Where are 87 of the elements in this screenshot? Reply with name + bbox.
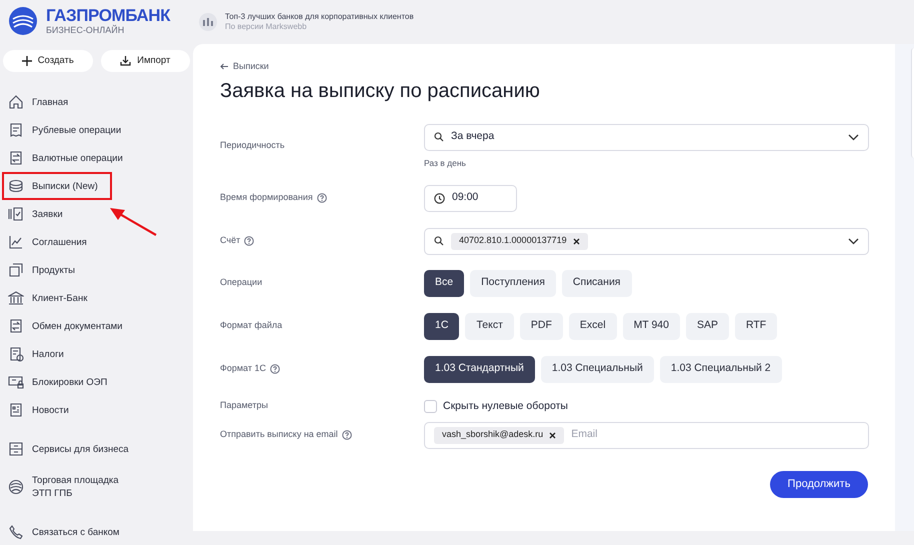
logo-icon [8,6,38,36]
sidebar-item[interactable]: Налоги [2,340,78,368]
lock-card-icon [8,374,24,390]
sidebar-item[interactable]: Рублевые операции [2,116,136,144]
sidebar-item[interactable]: Новости [2,396,83,424]
sidebar-item[interactable]: Продукты [2,256,89,284]
create-button[interactable]: Создать [3,50,92,72]
award-subtitle: По версии Markswebb [225,22,308,32]
chevron-down-icon [848,134,859,140]
field-label: Периодичность [220,139,285,152]
bank-icon [8,290,24,306]
logo-subtitle: БИЗНЕС-ОНЛАЙН [46,26,126,35]
checkbox-label: Скрыть нулевые обороты [443,398,568,414]
email-input[interactable]: Email [571,427,859,443]
segment-button[interactable]: 1.03 Стандартный [424,356,535,382]
field-label: Отправить выписку на email [220,428,338,442]
page-title: Заявка на выписку по расписанию [220,78,541,104]
annotation-arrow [108,205,158,237]
sidebar-item[interactable]: Обмен документами [2,312,136,340]
newspaper-icon [8,402,24,418]
field-hint: Раз в день [424,156,467,170]
coins-icon [8,178,24,194]
back-arrow-icon [220,63,229,70]
clock-icon [434,192,445,204]
field-label: Формат 1С [220,362,266,376]
exchange-document-icon [8,318,24,334]
segment-button[interactable]: PDF [520,312,563,340]
phone-icon [8,524,24,540]
periodicity-select[interactable]: За вчера [424,124,869,150]
segment-button[interactable]: SAP [686,312,729,340]
field-label: Время формирования [220,191,313,204]
segment-button[interactable]: 1С [424,312,460,340]
sidebar-item[interactable]: Заявки [2,200,77,228]
sidebar-item[interactable]: Связаться с банком [2,518,134,545]
field-label: Счёт [220,234,240,248]
tax-document-icon [8,346,24,362]
cabinet-icon [8,441,24,457]
help-icon[interactable] [316,193,327,203]
search-icon [434,236,444,246]
receipt-icon [8,122,24,138]
time-field[interactable]: 09:00 [424,184,517,212]
segment-button[interactable]: Списания [562,270,632,296]
field-label: Параметры [220,398,268,412]
award-icon [199,13,217,31]
sidebar-item[interactable]: Сервисы для бизнеса [2,435,143,463]
chip-text: 40702.810.1.00000137719 [459,234,567,248]
sidebar-item[interactable]: Клиент-Банк [2,284,102,312]
checklist-icon [8,206,24,222]
help-icon[interactable] [244,236,254,246]
account-select[interactable]: 40702.810.1.00000137719 [424,228,869,254]
sidebar-item[interactable]: Выписки (New) [2,172,112,200]
segment-button[interactable]: RTF [735,312,778,340]
back-link[interactable]: Выписки [220,60,868,74]
stacked-squares-icon [8,262,24,278]
download-icon [120,56,132,66]
search-icon [434,132,444,142]
sidebar-item[interactable]: Торговая площадка ЭТП ГПБ [2,468,152,506]
sidebar-item[interactable]: Блокировки ОЭП [2,368,122,396]
logo-name: ГАЗПРОМБАНК [46,7,170,24]
remove-icon[interactable] [549,432,556,438]
sidebar-item[interactable]: Соглашения [2,228,101,256]
segment-button[interactable]: Текст [465,312,514,340]
award-title: Топ-3 лучших банков для корпоративных клиентов [225,12,414,22]
field-label: Операции [220,276,262,290]
segment-button[interactable]: 1.03 Специальный [540,356,654,382]
segment-button[interactable]: MT 940 [622,312,680,340]
plus-icon [22,56,32,66]
email-field[interactable]: vash_sborshik@adesk.ru Email [424,422,869,448]
sidebar-item[interactable]: Валютные операции [2,144,137,172]
segment-button[interactable]: Excel [568,312,617,340]
help-icon[interactable] [270,364,280,374]
continue-button[interactable]: Продолжить [770,470,868,498]
remove-icon[interactable] [572,238,580,244]
segment-button[interactable]: Поступления [470,270,556,296]
segment-button[interactable]: Все [424,270,464,296]
checkbox[interactable] [424,400,437,413]
exchange-document-icon [8,150,24,166]
field-label: Формат файла [220,319,282,332]
globe-icon [8,479,24,495]
home-icon [8,94,24,110]
help-icon[interactable] [342,430,352,440]
chip-text: vash_sborshik@adesk.ru [442,428,544,442]
sidebar-item[interactable]: Главная [2,88,82,116]
chevron-down-icon [848,238,859,244]
segment-button[interactable]: 1.03 Специальный 2 [660,356,782,382]
chart-icon [8,234,24,250]
import-button[interactable]: Импорт [100,50,190,72]
